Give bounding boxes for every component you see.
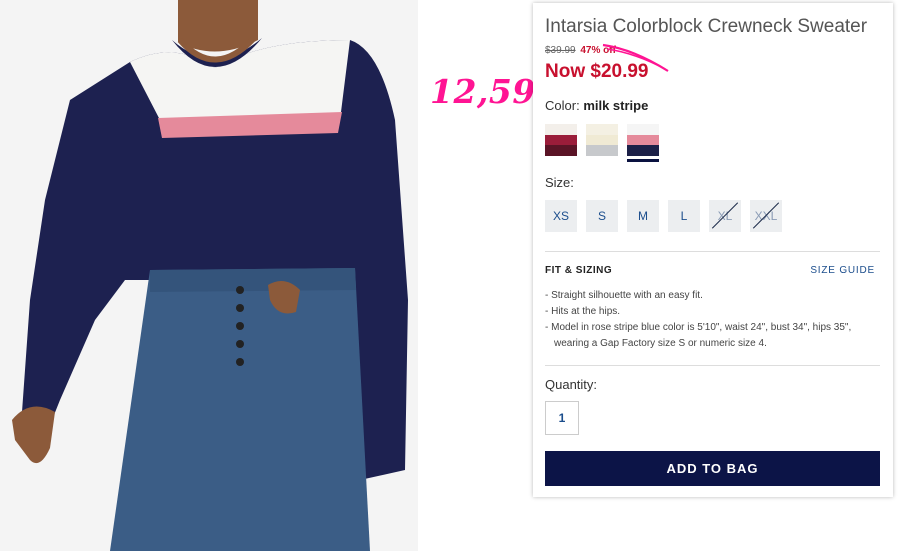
color-label: Color: milk stripe	[545, 98, 649, 113]
model-illustration	[12, 0, 408, 551]
divider	[545, 251, 880, 252]
fit-sizing-title: FIT & SIZING	[545, 265, 613, 276]
fit-bullet-list: - Straight silhouette with an easy fit. -…	[545, 288, 875, 352]
size-option-s[interactable]: S	[586, 200, 618, 232]
color-swatches	[545, 124, 659, 162]
fit-bullet: - Model in rose stripe blue color is 5'1…	[545, 322, 852, 349]
color-swatch[interactable]	[586, 124, 618, 156]
selected-color-name: milk stripe	[583, 98, 649, 113]
quantity-label: Quantity:	[545, 377, 598, 392]
quantity-input[interactable]: 1	[545, 401, 579, 435]
fit-bullet: - Straight silhouette with an easy fit.	[545, 290, 703, 301]
size-guide-link[interactable]: SIZE GUIDE	[810, 265, 875, 276]
size-label: Size:	[545, 175, 574, 190]
handwritten-price-annotation: 12,59	[430, 72, 536, 111]
color-swatch[interactable]	[627, 124, 659, 162]
size-option-l[interactable]: L	[668, 200, 700, 232]
size-option-xs[interactable]: XS	[545, 200, 577, 232]
size-options: XS S M L XL XXL	[545, 200, 782, 232]
size-option-m[interactable]: M	[627, 200, 659, 232]
add-to-bag-button[interactable]: ADD TO BAG	[545, 451, 880, 486]
product-details-panel: Intarsia Colorblock Crewneck Sweater $39…	[533, 3, 893, 497]
product-photo	[0, 0, 418, 551]
color-swatch[interactable]	[545, 124, 577, 156]
original-price: $39.99	[545, 45, 576, 56]
divider	[545, 365, 880, 366]
product-title: Intarsia Colorblock Crewneck Sweater	[545, 16, 868, 37]
handwritten-strike-mark	[602, 43, 669, 72]
size-option-xl[interactable]: XL	[709, 200, 741, 232]
fit-bullet: - Hits at the hips.	[545, 306, 621, 317]
size-option-xxl[interactable]: XXL	[750, 200, 782, 232]
